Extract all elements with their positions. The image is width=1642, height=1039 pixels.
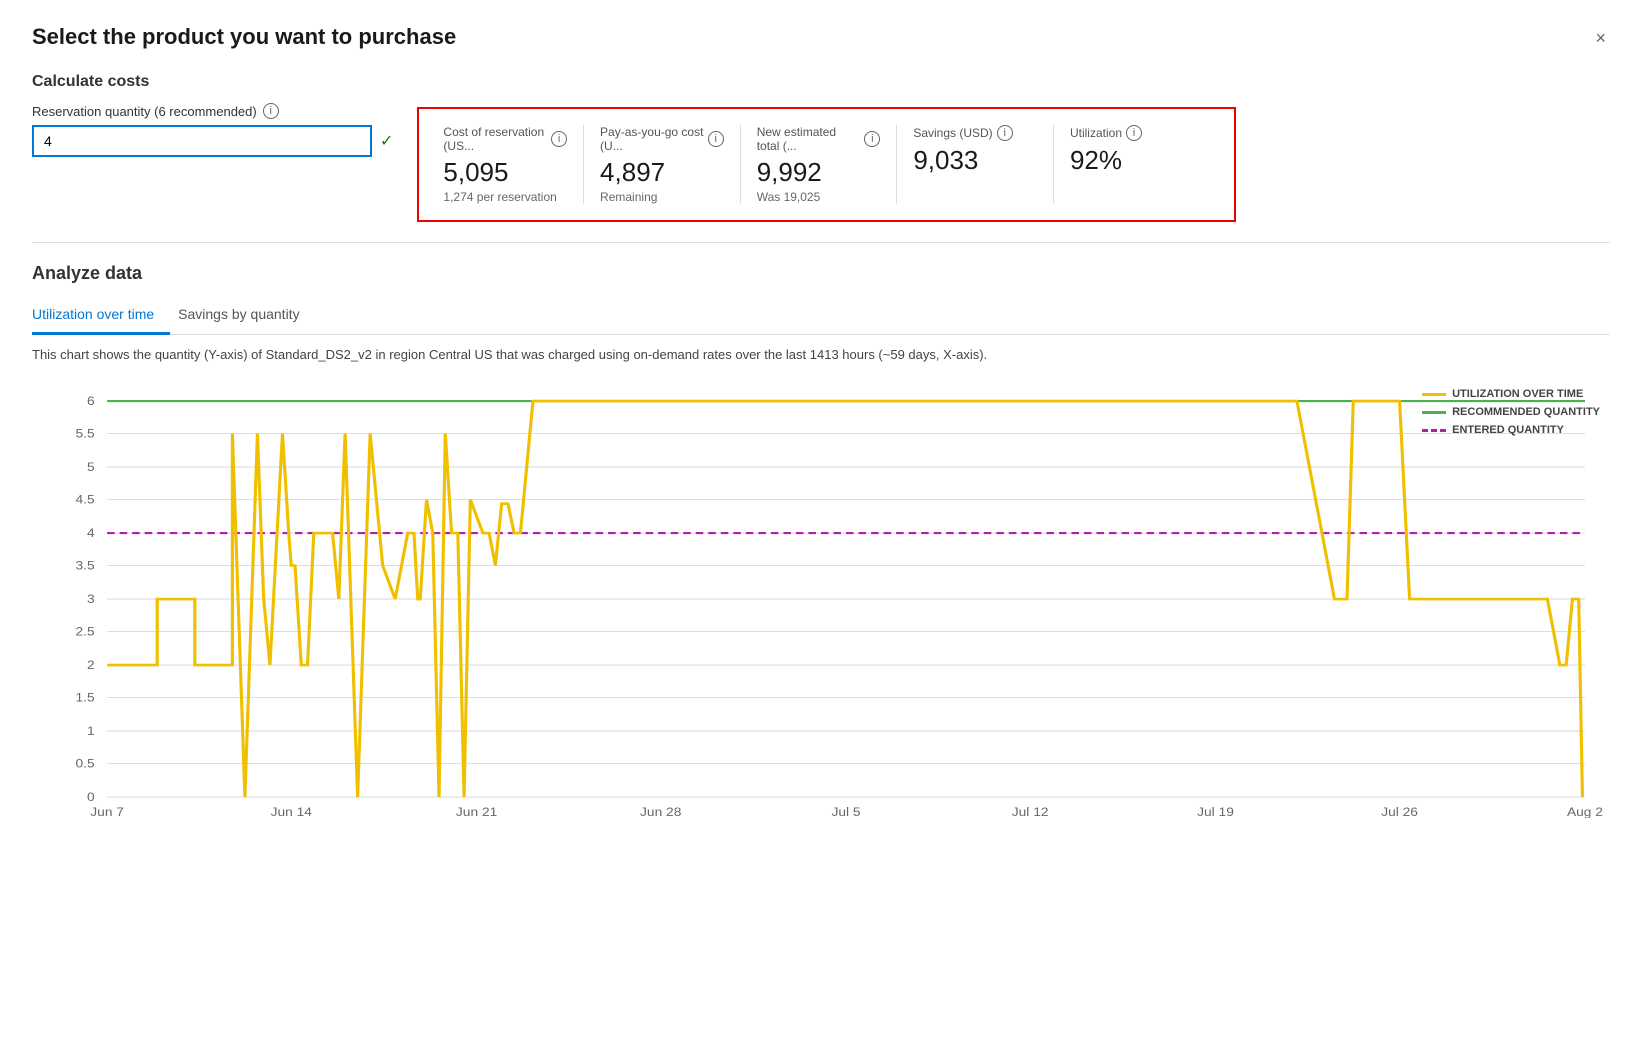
analyze-section: Analyze data Utilization over time Savin… xyxy=(32,263,1610,818)
analyze-title: Analyze data xyxy=(32,263,1610,284)
metric-sub: Was 19,025 xyxy=(757,190,881,204)
dialog-header: Select the product you want to purchase … xyxy=(32,24,1610,53)
legend-entered: ENTERED QUANTITY xyxy=(1422,424,1600,436)
metric-item: New estimated total (... i 9,992 Was 19,… xyxy=(741,125,898,204)
svg-text:1.5: 1.5 xyxy=(75,692,94,705)
svg-text:Jul 26: Jul 26 xyxy=(1381,806,1418,818)
metric-label: Cost of reservation (US... i xyxy=(443,125,567,153)
svg-text:5: 5 xyxy=(87,461,95,474)
svg-text:6: 6 xyxy=(87,395,95,408)
svg-text:Jun 28: Jun 28 xyxy=(640,806,681,818)
svg-text:0.5: 0.5 xyxy=(75,758,94,771)
legend-recommended: RECOMMENDED QUANTITY xyxy=(1422,406,1600,418)
legend-utilization-line xyxy=(1422,393,1446,396)
svg-text:Jun 7: Jun 7 xyxy=(90,806,124,818)
reservation-qty-input[interactable] xyxy=(32,125,372,157)
svg-text:Jul 5: Jul 5 xyxy=(832,806,861,818)
svg-text:3: 3 xyxy=(87,593,95,606)
dialog-container: Select the product you want to purchase … xyxy=(32,24,1610,818)
section-divider xyxy=(32,242,1610,243)
metric-info-icon[interactable]: i xyxy=(551,131,567,147)
calculate-label: Calculate costs xyxy=(32,73,1610,91)
metric-label: New estimated total (... i xyxy=(757,125,881,153)
svg-text:Aug 2: Aug 2 xyxy=(1567,806,1603,818)
tab-utilization-over-time[interactable]: Utilization over time xyxy=(32,298,170,335)
tab-savings-by-quantity[interactable]: Savings by quantity xyxy=(178,298,315,335)
chart-svg: .grid-line { stroke: #ddd; stroke-width:… xyxy=(32,378,1610,818)
legend-entered-label: ENTERED QUANTITY xyxy=(1452,424,1564,436)
metrics-box: Cost of reservation (US... i 5,095 1,274… xyxy=(417,107,1235,222)
metric-label: Savings (USD) i xyxy=(913,125,1037,141)
legend-entered-line xyxy=(1422,429,1446,432)
metric-value: 4,897 xyxy=(600,157,724,188)
svg-text:Jun 14: Jun 14 xyxy=(271,806,312,818)
tabs-container: Utilization over time Savings by quantit… xyxy=(32,298,1610,335)
metric-item: Cost of reservation (US... i 5,095 1,274… xyxy=(443,125,584,204)
legend-utilization: UTILIZATION OVER TIME xyxy=(1422,388,1600,400)
svg-text:4.5: 4.5 xyxy=(75,494,94,507)
legend-recommended-label: RECOMMENDED QUANTITY xyxy=(1452,406,1600,418)
metric-item: Utilization i 92% xyxy=(1054,125,1210,204)
metric-value: 92% xyxy=(1070,145,1194,176)
svg-text:3.5: 3.5 xyxy=(75,560,94,573)
metric-item: Pay-as-you-go cost (U... i 4,897 Remaini… xyxy=(584,125,741,204)
svg-text:4: 4 xyxy=(87,527,95,540)
metric-sub: Remaining xyxy=(600,190,724,204)
metric-label: Utilization i xyxy=(1070,125,1194,141)
chart-area: .grid-line { stroke: #ddd; stroke-width:… xyxy=(32,378,1610,818)
metric-info-icon[interactable]: i xyxy=(997,125,1013,141)
checkmark-icon: ✓ xyxy=(380,131,393,151)
reservation-qty-info-icon[interactable]: i xyxy=(263,103,279,119)
metric-info-icon[interactable]: i xyxy=(708,131,724,147)
input-row: ✓ xyxy=(32,125,393,157)
svg-text:Jul 12: Jul 12 xyxy=(1012,806,1049,818)
svg-text:1: 1 xyxy=(87,725,95,738)
metric-value: 9,033 xyxy=(913,145,1037,176)
svg-text:5.5: 5.5 xyxy=(75,428,94,441)
legend-recommended-line xyxy=(1422,411,1446,414)
svg-text:0: 0 xyxy=(87,791,95,804)
chart-description: This chart shows the quantity (Y-axis) o… xyxy=(32,347,1610,362)
metric-info-icon[interactable]: i xyxy=(864,131,880,147)
reservation-qty-label: Reservation quantity (6 recommended) i xyxy=(32,103,393,119)
svg-text:2.5: 2.5 xyxy=(75,626,94,639)
metric-info-icon[interactable]: i xyxy=(1126,125,1142,141)
calculate-section: Calculate costs Reservation quantity (6 … xyxy=(32,73,1610,222)
metric-item: Savings (USD) i 9,033 xyxy=(897,125,1054,204)
metric-value: 5,095 xyxy=(443,157,567,188)
chart-legend: UTILIZATION OVER TIME RECOMMENDED QUANTI… xyxy=(1422,388,1600,436)
svg-text:2: 2 xyxy=(87,659,95,672)
legend-utilization-label: UTILIZATION OVER TIME xyxy=(1452,388,1583,400)
close-button[interactable]: × xyxy=(1591,24,1610,53)
dialog-title: Select the product you want to purchase xyxy=(32,24,456,50)
metric-sub: 1,274 per reservation xyxy=(443,190,567,204)
metric-value: 9,992 xyxy=(757,157,881,188)
svg-text:Jun 21: Jun 21 xyxy=(456,806,497,818)
metric-label: Pay-as-you-go cost (U... i xyxy=(600,125,724,153)
svg-text:Jul 19: Jul 19 xyxy=(1197,806,1234,818)
